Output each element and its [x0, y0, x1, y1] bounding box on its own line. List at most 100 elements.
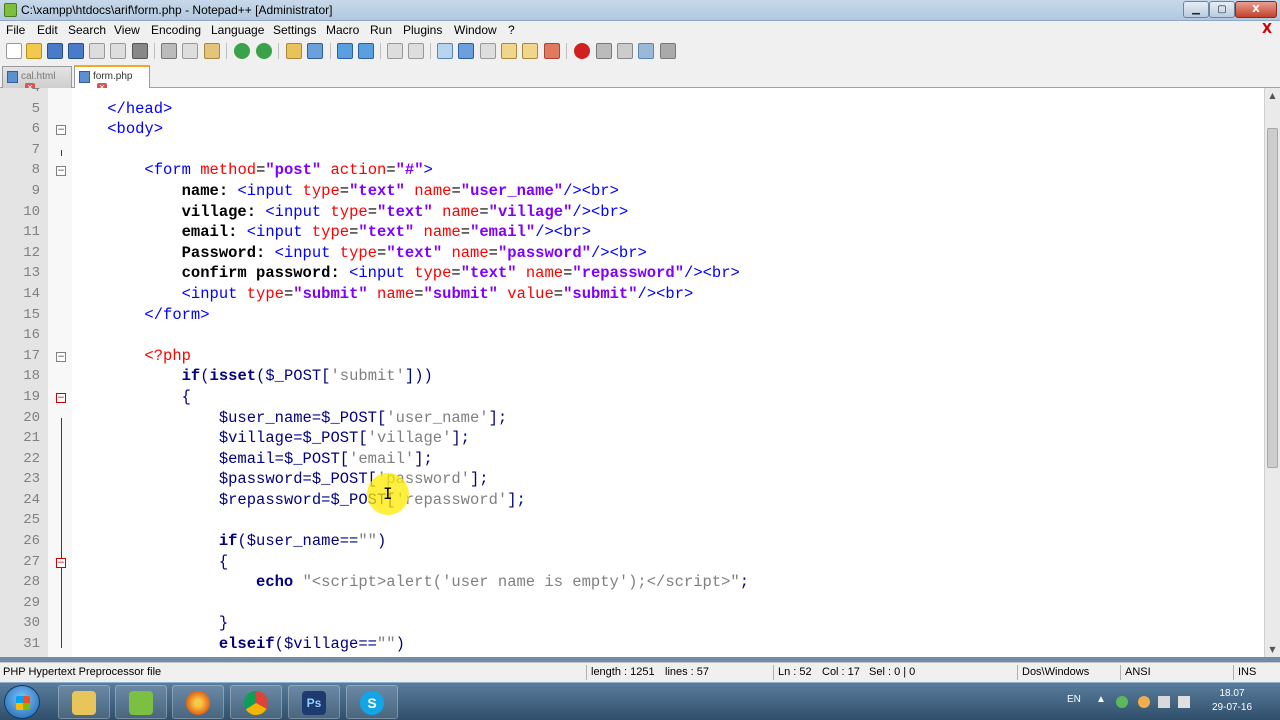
menu-language[interactable]: Language: [211, 23, 264, 37]
line-number: 7: [31, 141, 40, 158]
code-line[interactable]: 24 $repassword=$_POST['repassword'];: [0, 490, 1264, 511]
volume-icon[interactable]: [1178, 696, 1190, 708]
function-list-icon[interactable]: [544, 43, 560, 59]
find-icon[interactable]: [286, 43, 302, 59]
code-line[interactable]: 7: [0, 140, 1264, 161]
code-line[interactable]: 23 $password=$_POST['password'];: [0, 469, 1264, 490]
menu-macro[interactable]: Macro: [326, 23, 359, 37]
code-line[interactable]: 19 − {: [0, 387, 1264, 408]
close-all-icon[interactable]: [110, 43, 126, 59]
menu-view[interactable]: View: [114, 23, 140, 37]
code-line[interactable]: 5 </head>: [0, 99, 1264, 120]
code-line[interactable]: 28 echo "<script>alert('user name is emp…: [0, 572, 1264, 593]
scroll-up-icon[interactable]: ▲: [1265, 88, 1280, 103]
taskbar-skype[interactable]: S: [346, 685, 398, 719]
show-all-chars-icon[interactable]: [458, 43, 474, 59]
code-line[interactable]: 30 }: [0, 613, 1264, 634]
code-line[interactable]: 11 email: <input type="text" name="email…: [0, 222, 1264, 243]
run-macro-multiple-icon[interactable]: [638, 43, 654, 59]
vertical-scrollbar[interactable]: ▲ ▼: [1264, 88, 1280, 657]
menu-plugins[interactable]: Plugins: [403, 23, 442, 37]
save-icon[interactable]: [47, 43, 63, 59]
print-icon[interactable]: [132, 43, 148, 59]
clock[interactable]: 18.07 29-07-16: [1210, 687, 1254, 715]
menu-run[interactable]: Run: [370, 23, 392, 37]
zoom-out-icon[interactable]: [358, 43, 374, 59]
menu-settings[interactable]: Settings: [273, 23, 316, 37]
code-line[interactable]: 26 if($user_name==""): [0, 531, 1264, 552]
code-line[interactable]: 9 name: <input type="text" name="user_na…: [0, 181, 1264, 202]
taskbar-notepad-plus-plus[interactable]: [115, 685, 167, 719]
language-indicator[interactable]: EN: [1067, 694, 1081, 705]
taskbar-chrome[interactable]: [230, 685, 282, 719]
menu-file[interactable]: File: [6, 23, 25, 37]
user-language-icon[interactable]: [501, 43, 517, 59]
code-line[interactable]: 16: [0, 325, 1264, 346]
code-line[interactable]: 15 </form>: [0, 305, 1264, 326]
code-line[interactable]: 20 $user_name=$_POST['user_name'];: [0, 408, 1264, 429]
code-line[interactable]: 12 Password: <input type="text" name="pa…: [0, 243, 1264, 264]
tab-form-php[interactable]: form.php ✕: [74, 65, 150, 93]
code-line[interactable]: 31 elseif($village==""): [0, 634, 1264, 655]
open-file-icon[interactable]: [26, 43, 42, 59]
taskbar-photoshop[interactable]: Ps: [288, 685, 340, 719]
menu-encoding[interactable]: Encoding: [151, 23, 201, 37]
cut-icon[interactable]: [161, 43, 177, 59]
stop-macro-icon[interactable]: [596, 43, 612, 59]
code-line[interactable]: 17 − <?php: [0, 346, 1264, 367]
scroll-thumb[interactable]: [1267, 128, 1278, 468]
fold-toggle-icon[interactable]: −: [56, 125, 66, 136]
code-line[interactable]: 25: [0, 510, 1264, 531]
close-document-icon[interactable]: X: [1262, 22, 1272, 37]
code-line[interactable]: 18 if(isset($_POST['submit'])): [0, 366, 1264, 387]
undo-icon[interactable]: [234, 43, 250, 59]
menu-window[interactable]: Window: [454, 23, 497, 37]
taskbar-firefox[interactable]: [172, 685, 224, 719]
new-file-icon[interactable]: [6, 43, 22, 59]
code-line[interactable]: 27 − {: [0, 552, 1264, 573]
menu-edit[interactable]: Edit: [37, 23, 58, 37]
code-line[interactable]: 29: [0, 593, 1264, 614]
save-all-icon[interactable]: [68, 43, 84, 59]
copy-icon[interactable]: [182, 43, 198, 59]
doc-map-icon[interactable]: [522, 43, 538, 59]
redo-icon[interactable]: [256, 43, 272, 59]
menu-search[interactable]: Search: [68, 23, 106, 37]
word-wrap-icon[interactable]: [437, 43, 453, 59]
play-macro-icon[interactable]: [617, 43, 633, 59]
tray-app-icon[interactable]: [1138, 696, 1150, 708]
close-button[interactable]: X: [1235, 1, 1277, 18]
minimize-button[interactable]: ▁: [1183, 1, 1209, 18]
fold-toggle-icon[interactable]: −: [56, 166, 66, 177]
code-line[interactable]: 4: [0, 88, 1264, 99]
code-line[interactable]: 10 village: <input type="text" name="vil…: [0, 202, 1264, 223]
tab-cal-html[interactable]: cal.html ✕: [2, 66, 72, 93]
maximize-button[interactable]: ▢: [1209, 1, 1235, 18]
code-line[interactable]: 8 − <form method="post" action="#">: [0, 160, 1264, 181]
start-button[interactable]: [4, 685, 40, 719]
record-macro-icon[interactable]: [574, 43, 590, 59]
network-icon[interactable]: [1116, 696, 1128, 708]
taskbar-explorer[interactable]: [58, 685, 110, 719]
fold-toggle-icon[interactable]: −: [56, 392, 66, 403]
fold-toggle-icon[interactable]: −: [56, 557, 66, 568]
scroll-down-icon[interactable]: ▼: [1265, 642, 1280, 657]
menu-help[interactable]: ?: [508, 23, 515, 37]
show-hidden-icons-icon[interactable]: ▲: [1096, 694, 1106, 705]
save-macro-icon[interactable]: [660, 43, 676, 59]
network-signal-icon[interactable]: [1158, 696, 1170, 708]
code-line[interactable]: 21 $village=$_POST['village'];: [0, 428, 1264, 449]
code-line[interactable]: 22 $email=$_POST['email'];: [0, 449, 1264, 470]
code-line[interactable]: 14 <input type="submit" name="submit" va…: [0, 284, 1264, 305]
code-editor[interactable]: 45 </head> 6− <body> 7 8− <form method="pos…: [0, 88, 1264, 657]
replace-icon[interactable]: [307, 43, 323, 59]
sync-horizontal-icon[interactable]: [408, 43, 424, 59]
code-line[interactable]: 6 − <body>: [0, 119, 1264, 140]
fold-toggle-icon[interactable]: −: [56, 351, 66, 362]
sync-vertical-icon[interactable]: [387, 43, 403, 59]
code-line[interactable]: 13 confirm password: <input type="text" …: [0, 263, 1264, 284]
indent-guide-icon[interactable]: [480, 43, 496, 59]
close-file-icon[interactable]: [89, 43, 105, 59]
paste-icon[interactable]: [204, 43, 220, 59]
zoom-in-icon[interactable]: [337, 43, 353, 59]
